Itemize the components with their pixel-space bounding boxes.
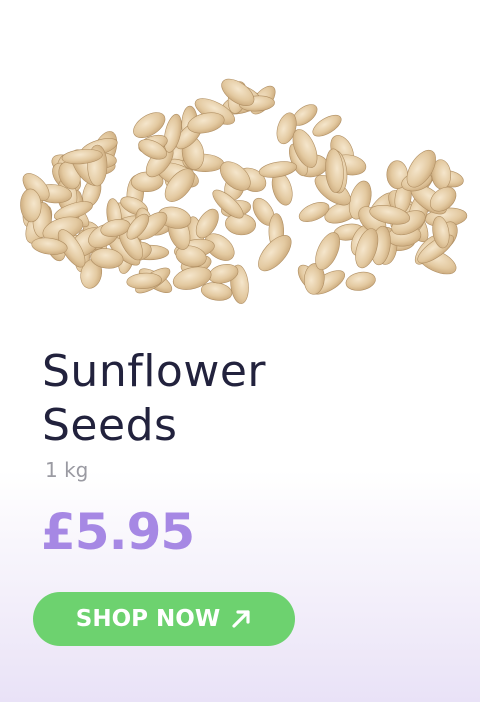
- title-line-1: Sunflower: [42, 346, 266, 397]
- product-price: £5.95: [41, 503, 195, 561]
- arrow-up-right-icon: [230, 608, 252, 630]
- shop-now-label: SHOP NOW: [75, 606, 221, 632]
- seed-shape: [298, 202, 330, 222]
- product-image: [0, 0, 480, 345]
- seed-shape: [345, 271, 376, 291]
- product-weight: 1 kg: [45, 458, 89, 482]
- sunflower-seeds-image: [20, 78, 468, 304]
- product-title: Sunflower Seeds: [42, 345, 266, 453]
- shop-now-button[interactable]: SHOP NOW: [33, 592, 295, 646]
- title-line-2: Seeds: [42, 400, 178, 451]
